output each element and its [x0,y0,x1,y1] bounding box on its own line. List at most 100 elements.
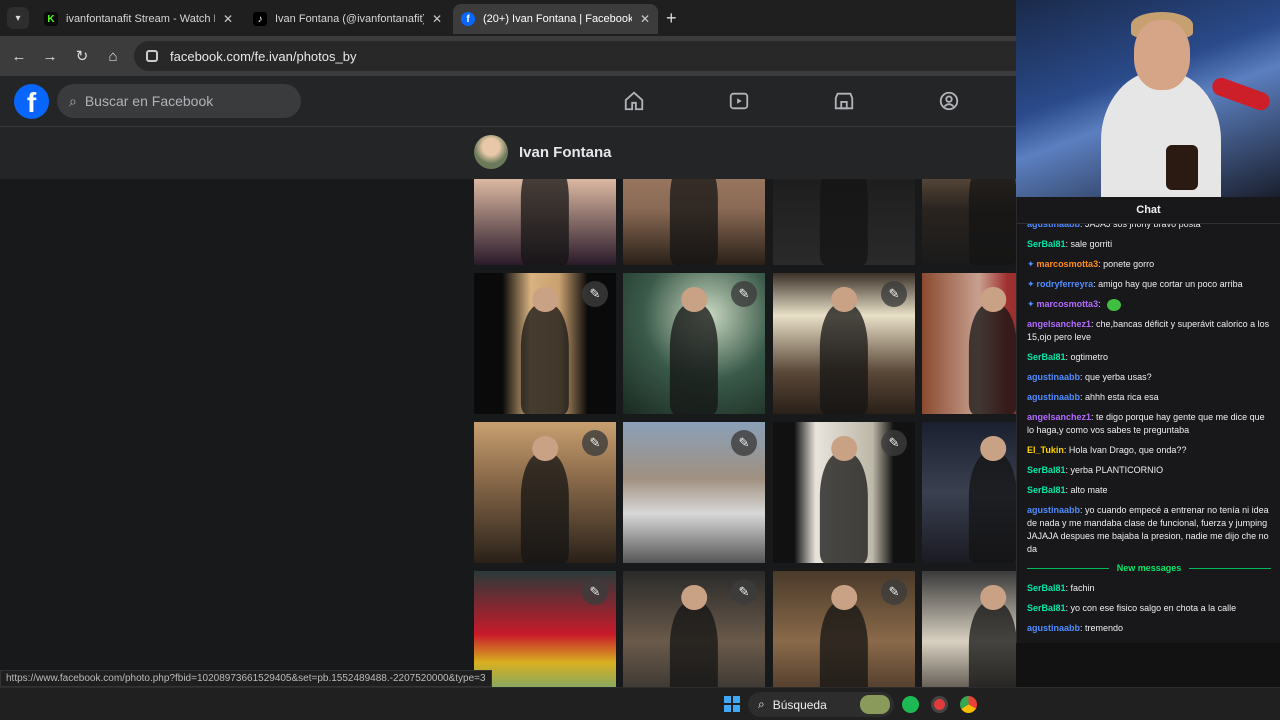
chat-username[interactable]: agustinaabb [1027,224,1080,229]
kick-icon: K [44,12,58,26]
chat-username[interactable]: agustinaabb [1027,623,1080,633]
photo-thumbnail[interactable] [922,179,1016,265]
photo-thumbnail[interactable] [474,179,616,265]
edit-pencil-icon[interactable]: ✎ [731,579,757,605]
chat-text: sale gorriti [1070,239,1113,249]
taskbar-search[interactable]: ⌕ Búsqueda [748,692,894,717]
edit-pencil-icon[interactable]: ✎ [582,281,608,307]
new-tab-button[interactable]: + [666,8,677,29]
stream-chat: Chat agustinaabb: JAJAJ sos jnony bravo … [1016,197,1280,643]
reload-icon[interactable]: ↻ [72,46,92,66]
facebook-icon: f [461,12,475,26]
chat-username[interactable]: marcosmotta3 [1037,299,1099,309]
close-icon[interactable]: ✕ [640,12,650,26]
photo-subject [968,602,1016,687]
address-bar[interactable]: facebook.com/fe.ivan/photos_by [134,41,1034,71]
tab-search-button[interactable]: ▾ [7,7,29,29]
chat-text: Hola Ivan Drago, que onda?? [1068,445,1187,455]
chat-message: SerBal81: sale gorriti [1027,238,1271,251]
webcam-overlay [1016,0,1280,197]
photo-thumbnail[interactable]: ✎ [922,273,1016,414]
chat-username[interactable]: SerBal81 [1027,239,1066,249]
chat-username[interactable]: agustinaabb [1027,372,1080,382]
back-arrow-icon[interactable]: ← [9,46,29,66]
edit-pencil-icon[interactable]: ✎ [731,281,757,307]
chrome-icon[interactable] [960,696,977,713]
chat-messages[interactable]: agustinaabb: JAJAJ sos jnony bravo posta… [1017,224,1280,643]
facebook-search-input[interactable]: ⌕ Buscar en Facebook [57,84,301,118]
forward-arrow-icon[interactable]: → [40,46,60,66]
chat-username[interactable]: rodryferreyra [1037,279,1094,289]
tab-facebook[interactable]: f (20+) Ivan Fontana | Facebook ✕ [453,4,658,34]
photo-thumbnail[interactable] [773,179,915,265]
chat-text: JAJAJ sos jnony bravo posta [1085,224,1201,229]
tab-title: ivanfontanafit Stream - Watch Live [66,13,215,25]
recorder-icon[interactable] [931,696,948,713]
edit-pencil-icon[interactable]: ✎ [881,281,907,307]
windows-start-icon[interactable] [724,696,740,712]
chat-username[interactable]: SerBal81 [1027,603,1066,613]
marketplace-icon[interactable] [831,88,857,114]
tab-kick-stream[interactable]: K ivanfontanafit Stream - Watch Live ✕ [36,6,241,32]
new-messages-label: New messages [1116,563,1182,573]
chat-username[interactable]: SerBal81 [1027,485,1066,495]
chat-username[interactable]: agustinaabb [1027,505,1080,515]
profile-name[interactable]: Ivan Fontana [519,144,612,161]
groups-icon[interactable] [936,88,962,114]
chat-text: que yerba usas? [1085,372,1152,382]
search-highlight-icon [860,695,890,714]
close-icon[interactable]: ✕ [223,12,233,26]
close-icon[interactable]: ✕ [432,12,442,26]
site-info-icon[interactable] [146,50,158,62]
avatar[interactable] [474,135,508,169]
chat-message: angelsanchez1: che,bancas déficit y supe… [1027,318,1271,344]
photo-thumbnail[interactable] [623,179,765,265]
photo-thumbnail[interactable]: ✎ [474,571,616,687]
photo-subject-head [831,287,857,313]
tab-title: Ivan Fontana (@ivanfontanafit) est [275,13,424,25]
chat-text: alto mate [1070,485,1108,495]
url-text: facebook.com/fe.ivan/photos_by [170,48,357,64]
photo-thumbnail[interactable] [922,571,1016,687]
chat-username[interactable]: SerBal81 [1027,352,1066,362]
photo-thumbnail[interactable]: ✎ [623,422,765,563]
edit-pencil-icon[interactable]: ✎ [731,430,757,456]
photo-thumbnail[interactable]: ✎ [474,422,616,563]
chat-message: agustinaabb: tremendo [1027,622,1271,635]
edit-pencil-icon[interactable]: ✎ [582,430,608,456]
facebook-logo[interactable]: f [14,84,49,119]
photo-thumbnail[interactable]: ✎ [773,422,915,563]
photo-thumbnail[interactable]: ✎ [773,273,915,414]
home-icon[interactable] [621,88,647,114]
chat-text: fachin [1070,583,1095,593]
photo-thumbnail[interactable]: ✎ [623,273,765,414]
photo-subject [819,304,869,414]
chat-message: agustinaabb: yo cuando empecé a entrenar… [1027,504,1271,556]
edit-pencil-icon[interactable]: ✎ [881,579,907,605]
chat-message: ✦ marcosmotta3: [1027,298,1271,311]
chat-username[interactable]: SerBal81 [1027,583,1066,593]
photo-thumbnail[interactable]: ✎ [474,273,616,414]
photo-subject [819,179,869,265]
chat-separator: : [1098,299,1104,309]
photo-thumbnail[interactable]: ✎ [623,571,765,687]
chat-username[interactable]: agustinaabb [1027,392,1080,402]
chat-username[interactable]: angelsanchez1 [1027,412,1091,422]
chat-title: Chat [1017,197,1280,224]
spotify-icon[interactable] [902,696,919,713]
emote-icon [1107,298,1122,311]
photo-thumbnail[interactable]: ✎ [773,571,915,687]
chat-username[interactable]: marcosmotta3 [1037,259,1099,269]
photo-thumbnail[interactable]: ✎ [922,422,1016,563]
chat-username[interactable]: SerBal81 [1027,465,1066,475]
tab-tiktok[interactable]: ♪ Ivan Fontana (@ivanfontanafit) est ✕ [245,6,450,32]
photo-subject [520,179,570,265]
watch-icon[interactable] [726,88,752,114]
chat-message: ✦ marcosmotta3: ponete gorro [1027,258,1271,271]
photo-subject [520,304,570,414]
edit-pencil-icon[interactable]: ✎ [582,579,608,605]
chat-username[interactable]: El_Tukin [1027,445,1064,455]
chat-username[interactable]: angelsanchez1 [1027,319,1091,329]
edit-pencil-icon[interactable]: ✎ [881,430,907,456]
home-button-icon[interactable]: ⌂ [103,46,123,66]
